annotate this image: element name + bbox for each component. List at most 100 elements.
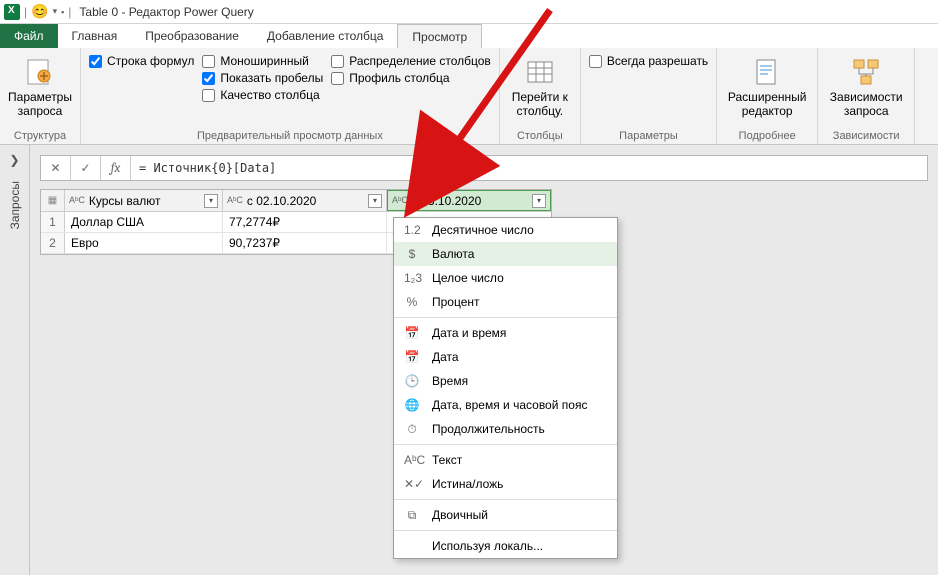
menu-label: Время [432, 374, 468, 388]
chk-show-spaces[interactable]: Показать пробелы [202, 71, 323, 85]
column-filter-dropdown[interactable]: ▾ [368, 194, 382, 208]
parameters-icon [24, 56, 56, 88]
type-duration[interactable]: ⏱Продолжительность [394, 417, 617, 441]
ribbon-group-details: Расширенный редактор Подробнее [717, 48, 818, 144]
window-title: Table 0 - Редактор Power Query [79, 5, 253, 19]
chk-column-dist[interactable]: Распределение столбцов [331, 54, 491, 68]
menu-label: Валюта [432, 247, 474, 261]
tab-file[interactable]: Файл [0, 24, 58, 48]
type-integer[interactable]: 1₂3Целое число [394, 266, 617, 290]
advanced-editor-label: Расширенный редактор [725, 90, 809, 119]
row-index[interactable]: 1 [41, 212, 65, 232]
cancel-formula-button[interactable]: ✕ [41, 156, 71, 180]
type-time[interactable]: 🕒 Время [394, 369, 617, 393]
type-bool[interactable]: ✕✓ Истина/ложь [394, 472, 617, 496]
column-header-3-selected[interactable]: AᵇC с 03.10.2020 ▾ [387, 190, 551, 211]
separator-icon: | [68, 5, 71, 19]
smiley-icon: 😊 [31, 3, 48, 20]
bool-icon: ✕✓ [404, 477, 420, 491]
menu-label: Продолжительность [432, 422, 545, 436]
query-deps-button[interactable]: Зависимости запроса [826, 52, 906, 130]
row-index[interactable]: 2 [41, 233, 65, 253]
ribbon-group-params: Всегда разрешать Параметры [581, 48, 717, 144]
text-type-icon[interactable]: AᵇC [69, 196, 85, 205]
dtz-icon: 🌐 [404, 398, 420, 412]
group-label: Подробнее [725, 130, 809, 144]
type-dtz[interactable]: 🌐 Дата, время и часовой пояс [394, 393, 617, 417]
column-header-1[interactable]: AᵇC Курсы валют ▾ [65, 190, 223, 211]
cell[interactable]: 77,2774₽ [223, 212, 387, 232]
cell[interactable]: 90,7237₽ [223, 233, 387, 253]
text-icon: AᵇC [404, 453, 420, 467]
text-type-icon[interactable]: AᵇC [227, 196, 243, 205]
menu-separator [394, 317, 617, 318]
deps-icon [850, 56, 882, 88]
type-currency[interactable]: $Валюта [394, 242, 617, 266]
chevron-down-icon[interactable]: ▾ [53, 6, 58, 17]
time-icon: 🕒 [404, 374, 420, 388]
excel-icon [4, 4, 20, 20]
integer-icon: 1₂3 [404, 271, 420, 285]
menu-separator [394, 499, 617, 500]
tab-home[interactable]: Главная [58, 24, 132, 48]
queries-panel-collapsed[interactable]: ❯ Запросы [0, 145, 30, 575]
cell[interactable]: Доллар США [65, 212, 223, 232]
cell[interactable]: Евро [65, 233, 223, 253]
type-binary[interactable]: ⧉ Двоичный [394, 503, 617, 527]
menu-label: Дата [432, 350, 459, 364]
chk-column-quality[interactable]: Качество столбца [202, 88, 323, 102]
formula-input[interactable]: = Источник{0}[Data] [131, 161, 927, 175]
column-name: Курсы валют [89, 194, 200, 208]
column-filter-dropdown[interactable]: ▾ [532, 194, 546, 208]
datetime-icon: 📅 [404, 326, 420, 340]
type-percent[interactable]: %Процент [394, 290, 617, 314]
data-type-menu: 1.2 Десятичное число $Валюта 1₂3Целое чис… [393, 217, 618, 559]
type-locale[interactable]: Используя локаль... [394, 534, 617, 558]
column-header-2[interactable]: AᵇC с 02.10.2020 ▾ [223, 190, 387, 211]
menu-label: Процент [432, 295, 480, 309]
column-name: с 03.10.2020 [412, 194, 528, 208]
fx-icon[interactable]: fx [101, 156, 131, 180]
chk-monospaced[interactable]: Моноширинный [202, 54, 323, 68]
decimal-icon: 1.2 [404, 223, 420, 237]
ribbon-tabs: Файл Главная Преобразование Добавление с… [0, 24, 938, 48]
chevron-right-icon[interactable]: ❯ [9, 153, 19, 167]
type-text[interactable]: AᵇCТекст [394, 448, 617, 472]
menu-label: Десятичное число [432, 223, 534, 237]
ribbon: Параметры запроса Структура Строка форму… [0, 48, 938, 145]
menu-label: Дата и время [432, 326, 506, 340]
advanced-editor-button[interactable]: Расширенный редактор [725, 52, 809, 130]
menu-separator [394, 444, 617, 445]
goto-column-label: Перейти к столбцу. [508, 90, 572, 119]
column-filter-dropdown[interactable]: ▾ [204, 194, 218, 208]
ribbon-group-columns: Перейти к столбцу. Столбцы [500, 48, 581, 144]
group-label: Структура [8, 130, 72, 144]
goto-column-button[interactable]: Перейти к столбцу. [508, 52, 572, 130]
date-icon: 📅 [404, 350, 420, 364]
tab-view[interactable]: Просмотр [397, 24, 482, 48]
grid-corner[interactable]: ▦ [41, 190, 65, 211]
tab-transform[interactable]: Преобразование [131, 24, 253, 48]
menu-label: Истина/ложь [432, 477, 503, 491]
type-date[interactable]: 📅 Дата [394, 345, 617, 369]
group-label: Параметры [589, 130, 708, 144]
type-decimal[interactable]: 1.2 Десятичное число [394, 218, 617, 242]
grid-icon [524, 56, 556, 88]
accept-formula-button[interactable]: ✓ [71, 156, 101, 180]
menu-label: Двоичный [432, 508, 488, 522]
chk-column-profile[interactable]: Профиль столбца [331, 71, 491, 85]
chk-always-allow[interactable]: Всегда разрешать [589, 54, 708, 68]
type-datetime[interactable]: 📅 Дата и время [394, 321, 617, 345]
menu-label: Дата, время и часовой пояс [432, 398, 587, 412]
group-label: Предварительный просмотр данных [89, 130, 491, 144]
grid-header: ▦ AᵇC Курсы валют ▾ AᵇC с 02.10.2020 ▾ A… [41, 190, 551, 212]
chk-formula-bar[interactable]: Строка формул [89, 54, 194, 68]
queries-panel-label: Запросы [8, 181, 22, 229]
tab-add-column[interactable]: Добавление столбца [253, 24, 398, 48]
text-type-icon[interactable]: AᵇC [392, 196, 408, 205]
ribbon-group-structure: Параметры запроса Структура [0, 48, 81, 144]
query-parameters-button[interactable]: Параметры запроса [8, 52, 72, 130]
separator-icon: | [24, 5, 27, 19]
qat-dropdown-icon[interactable]: ▪ [61, 7, 64, 17]
binary-icon: ⧉ [404, 508, 420, 523]
